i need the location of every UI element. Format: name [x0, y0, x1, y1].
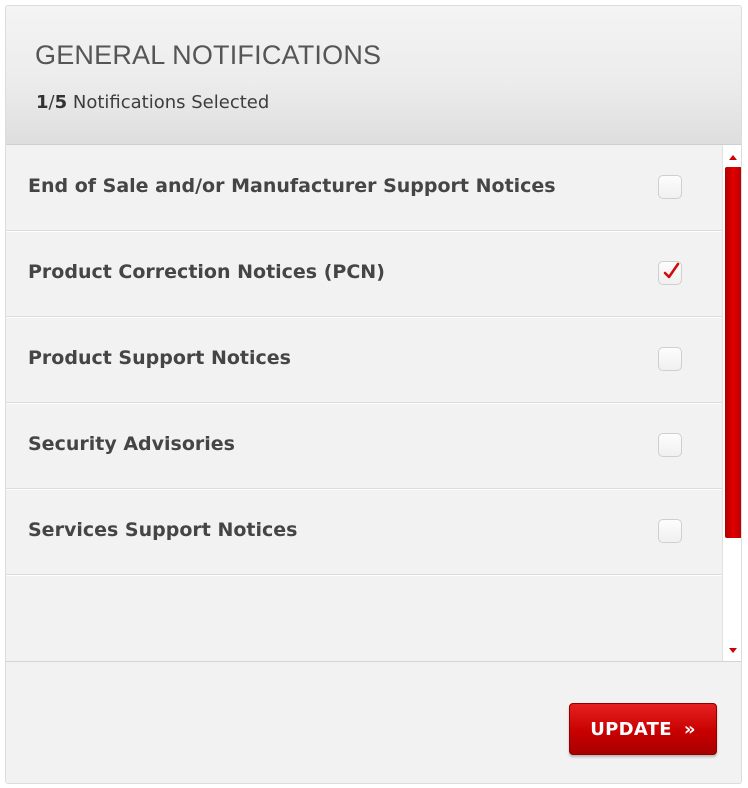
- selected-count: 1/5 Notifications Selected: [36, 92, 270, 113]
- page-title: GENERAL NOTIFICATIONS: [35, 40, 382, 70]
- total-count-number: 5: [54, 92, 68, 113]
- scroll-track[interactable]: [725, 167, 741, 553]
- notification-checkbox[interactable]: [658, 261, 682, 285]
- notification-label: Product Support Notices: [28, 347, 291, 369]
- check-icon: [663, 262, 680, 279]
- notification-list: End of Sale and/or Manufacturer Support …: [6, 145, 722, 661]
- scroll-up-arrow-icon[interactable]: [729, 155, 737, 160]
- notification-row[interactable]: Services Support Notices: [6, 489, 722, 575]
- notification-label: Services Support Notices: [28, 519, 298, 541]
- scroll-thumb[interactable]: [725, 167, 741, 538]
- notification-checkbox[interactable]: [658, 347, 682, 371]
- notification-row[interactable]: Product Correction Notices (PCN): [6, 231, 722, 317]
- panel-header: GENERAL NOTIFICATIONS 1/5 Notifications …: [6, 6, 741, 145]
- notification-checkbox[interactable]: [658, 175, 682, 199]
- update-button-label: UPDATE: [590, 718, 672, 740]
- selected-count-number: 1: [36, 92, 49, 113]
- notification-label: Security Advisories: [28, 433, 235, 455]
- general-notifications-panel: GENERAL NOTIFICATIONS 1/5 Notifications …: [5, 5, 742, 784]
- notification-checkbox[interactable]: [658, 433, 682, 457]
- notification-row[interactable]: End of Sale and/or Manufacturer Support …: [6, 145, 722, 231]
- notification-row[interactable]: Product Support Notices: [6, 317, 722, 403]
- notification-label: Product Correction Notices (PCN): [28, 261, 385, 283]
- double-chevron-right-icon: »: [683, 718, 696, 740]
- scroll-down-arrow-icon[interactable]: [729, 648, 737, 653]
- selected-count-label: Notifications Selected: [72, 92, 270, 113]
- notification-checkbox[interactable]: [658, 519, 682, 543]
- notification-label: End of Sale and/or Manufacturer Support …: [28, 175, 556, 197]
- list-scrollbar[interactable]: [722, 145, 741, 661]
- update-button[interactable]: UPDATE »: [569, 703, 717, 755]
- notification-row[interactable]: Security Advisories: [6, 403, 722, 489]
